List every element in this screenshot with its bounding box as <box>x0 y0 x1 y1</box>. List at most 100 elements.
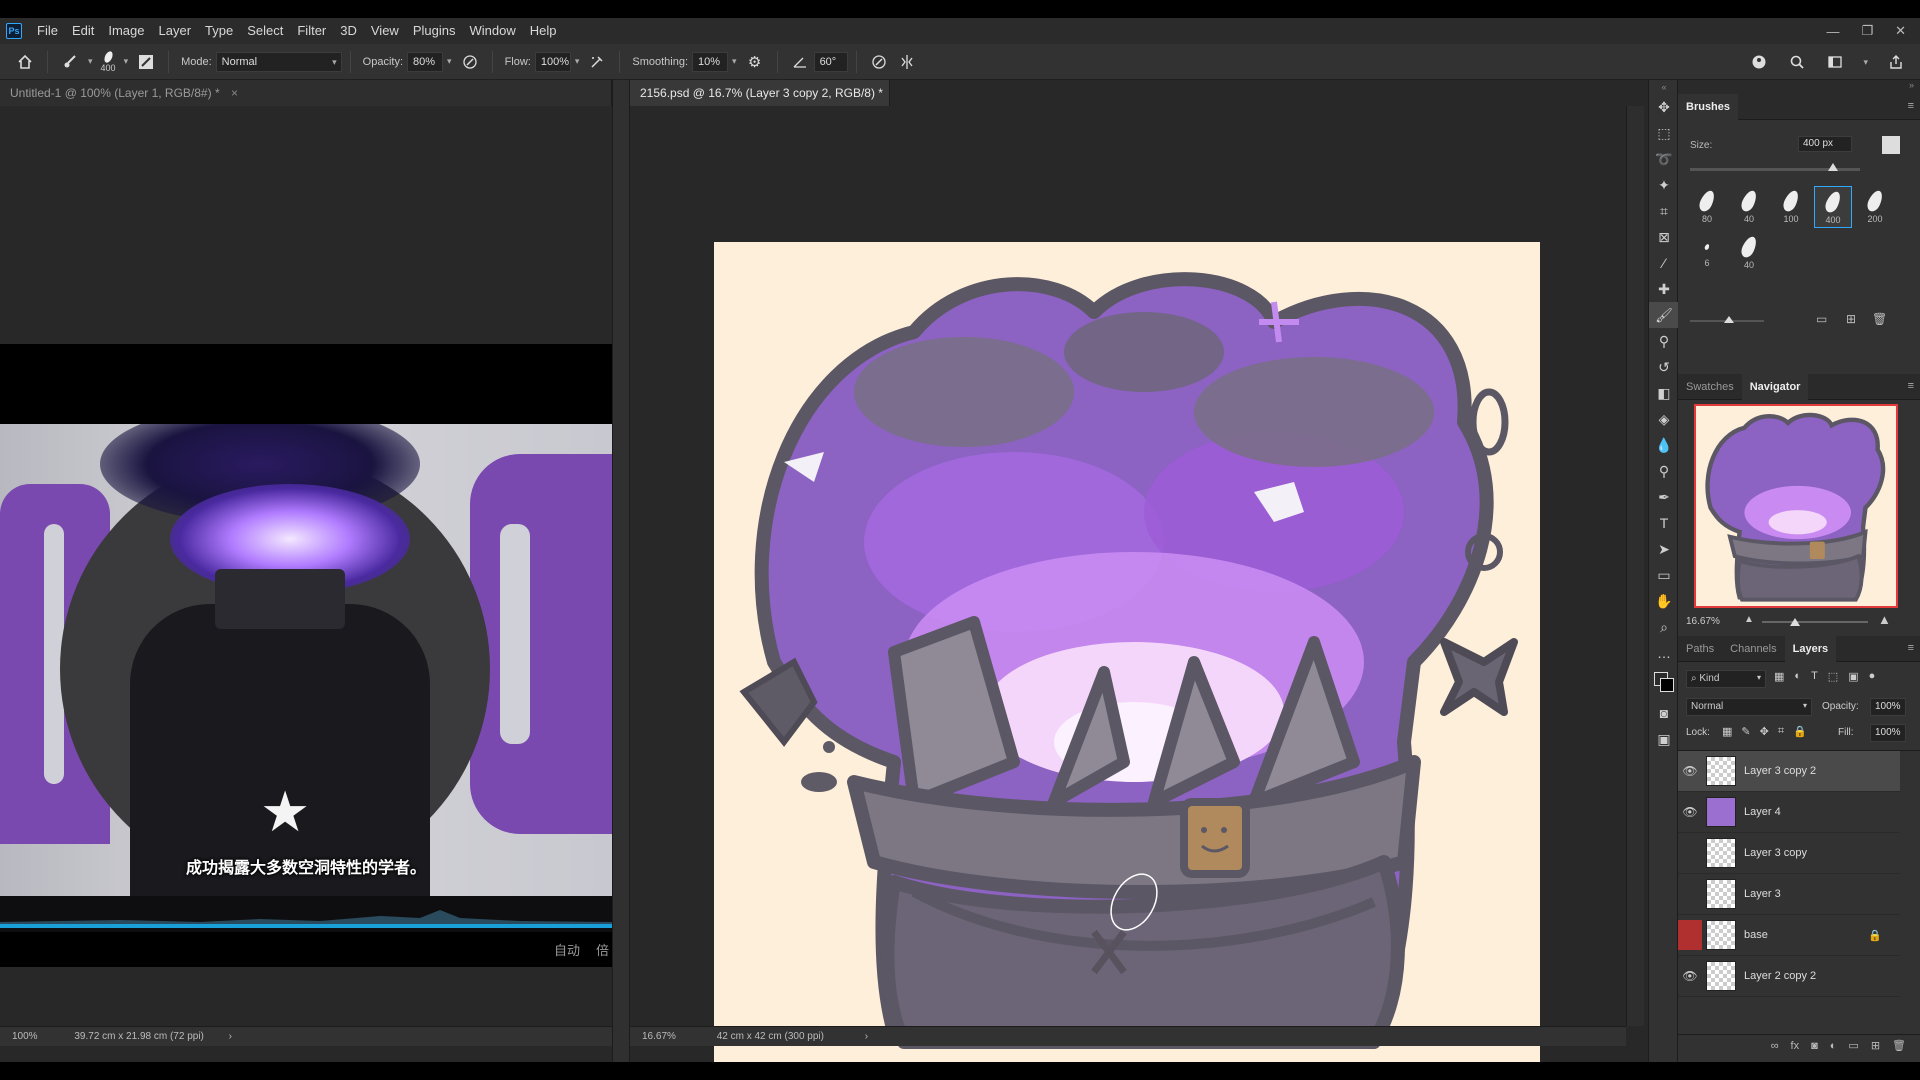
panel-menu-icon[interactable]: ≡ <box>1908 100 1914 112</box>
layer-row[interactable]: Layer 3 <box>1678 874 1900 915</box>
trash-icon[interactable]: 🗑 <box>1892 1039 1906 1052</box>
share-icon[interactable] <box>1885 51 1907 73</box>
zoom-tool-icon[interactable]: ⌕ <box>1649 614 1679 640</box>
eraser-tool-icon[interactable]: ◧ <box>1649 380 1679 406</box>
new-layer-icon[interactable]: ⊞ <box>1871 1039 1880 1052</box>
collapse-panels-icon[interactable]: » <box>1678 80 1920 94</box>
chevron-right-icon[interactable]: › <box>865 1031 868 1042</box>
lasso-tool-icon[interactable]: ➰ <box>1649 146 1679 172</box>
frame-tool-icon[interactable]: ⊠ <box>1649 224 1679 250</box>
brush-preset[interactable]: 200 <box>1856 186 1894 228</box>
filter-toggle-icon[interactable]: ● <box>1869 670 1876 683</box>
type-filter-icon[interactable]: T <box>1811 670 1818 683</box>
tab-layers[interactable]: Layers <box>1784 635 1837 662</box>
pen-tool-icon[interactable]: ✒ <box>1649 484 1679 510</box>
fx-icon[interactable]: fx <box>1791 1040 1800 1052</box>
path-selection-tool-icon[interactable]: ➤ <box>1649 536 1679 562</box>
video-progress-bar[interactable] <box>0 924 612 928</box>
eye-icon[interactable]: 👁 <box>1678 969 1702 983</box>
stamp-tool-icon[interactable]: ⚲ <box>1649 328 1679 354</box>
document-divider[interactable] <box>612 80 630 1062</box>
navigator-zoom-value[interactable]: 16.67% <box>1686 616 1720 627</box>
blend-mode-select[interactable]: Normal ▾ <box>1686 698 1812 716</box>
rotate-view-tool-icon[interactable]: ✋ <box>1649 588 1679 614</box>
menu-filter[interactable]: Filter <box>290 18 333 44</box>
pixel-filter-icon[interactable]: ▦ <box>1774 670 1784 683</box>
layer-row[interactable]: Layer 3 copy <box>1678 833 1900 874</box>
lock-artboard-icon[interactable]: ⌗ <box>1778 725 1784 738</box>
home-icon[interactable] <box>14 51 36 73</box>
menu-view[interactable]: View <box>364 18 406 44</box>
magic-wand-tool-icon[interactable]: ✦ <box>1649 172 1679 198</box>
menu-window[interactable]: Window <box>462 18 522 44</box>
close-window-button[interactable]: ✕ <box>1895 23 1906 39</box>
menu-3d[interactable]: 3D <box>333 18 364 44</box>
chevron-down-icon[interactable]: ▾ <box>732 56 737 67</box>
drawing-canvas[interactable] <box>714 242 1540 1068</box>
minimize-button[interactable]: — <box>1826 24 1839 39</box>
healing-brush-tool-icon[interactable]: ✚ <box>1649 276 1679 302</box>
menu-file[interactable]: File <box>30 18 65 44</box>
workspace-icon[interactable] <box>1824 51 1846 73</box>
new-brush-icon[interactable]: ⊞ <box>1846 312 1856 326</box>
eye-icon[interactable]: 👁 <box>1678 764 1702 778</box>
folder-icon[interactable]: ▭ <box>1816 312 1827 326</box>
speed-button[interactable]: 倍 <box>596 940 609 959</box>
tab-brushes[interactable]: Brushes <box>1678 93 1739 120</box>
eye-hidden-icon[interactable] <box>1678 920 1702 950</box>
lock-position-icon[interactable]: ✥ <box>1760 725 1769 738</box>
mode-select[interactable]: Normal ▾ <box>215 51 342 72</box>
tab-navigator[interactable]: Navigator <box>1741 373 1809 400</box>
layer-row[interactable]: base 🔒 <box>1678 915 1900 956</box>
menu-help[interactable]: Help <box>523 18 564 44</box>
tab-paths[interactable]: Paths <box>1678 636 1722 662</box>
eye-icon[interactable]: 👁 <box>1678 805 1702 819</box>
trash-icon[interactable]: 🗑 <box>1872 312 1887 326</box>
layer-row[interactable]: 👁 Layer 2 copy 2 <box>1678 956 1900 997</box>
layer-row[interactable]: 👁 Layer 3 copy 2 <box>1678 751 1900 792</box>
chevron-down-icon[interactable]: ▾ <box>124 56 129 67</box>
crop-tool-icon[interactable]: ⌗ <box>1649 198 1679 224</box>
menu-plugins[interactable]: Plugins <box>406 18 463 44</box>
symmetry-icon[interactable] <box>896 51 918 73</box>
shape-filter-icon[interactable]: ⬚ <box>1828 670 1838 683</box>
more-tools-icon[interactable]: … <box>1649 640 1679 666</box>
brush-preset[interactable]: 6 <box>1688 232 1726 274</box>
move-tool-icon[interactable]: ✥ <box>1649 94 1679 120</box>
rectangle-tool-icon[interactable]: ▭ <box>1649 562 1679 588</box>
auto-quality-button[interactable]: 自动 <box>554 940 580 959</box>
brush-preset[interactable]: 40 <box>1730 232 1768 274</box>
quick-mask-icon[interactable]: ◙ <box>1649 700 1679 726</box>
zoom-level[interactable]: 16.67% <box>642 1031 676 1042</box>
chevron-down-icon[interactable]: ▾ <box>88 56 93 67</box>
airbrush-icon[interactable] <box>586 51 608 73</box>
type-tool-icon[interactable]: T <box>1649 510 1679 536</box>
menu-select[interactable]: Select <box>240 18 290 44</box>
layer-row[interactable]: 👁 Layer 4 <box>1678 792 1900 833</box>
menu-layer[interactable]: Layer <box>152 18 199 44</box>
document-untitled[interactable]: ★ 成功揭露大多数空洞特性的学者。 自动 倍 <box>0 106 612 1026</box>
history-brush-tool-icon[interactable]: ↺ <box>1649 354 1679 380</box>
navigator-zoom-handle[interactable] <box>1790 618 1800 626</box>
brush-settings-icon[interactable] <box>1882 136 1900 154</box>
navigator-zoom-slider[interactable] <box>1762 621 1868 623</box>
flow-input[interactable]: 100% <box>534 51 571 72</box>
restore-button[interactable]: ❐ <box>1861 23 1873 39</box>
menu-edit[interactable]: Edit <box>65 18 101 44</box>
link-layers-icon[interactable]: ∞ <box>1771 1040 1779 1052</box>
brush-preset[interactable]: 100 <box>1772 186 1810 228</box>
marquee-tool-icon[interactable]: ⬚ <box>1649 120 1679 146</box>
chevron-down-icon[interactable]: ▾ <box>1863 57 1868 68</box>
pressure-opacity-icon[interactable] <box>459 51 481 73</box>
tab-channels[interactable]: Channels <box>1722 636 1784 662</box>
brush-preview-slider-handle[interactable] <box>1724 316 1734 323</box>
tab-swatches[interactable]: Swatches <box>1678 374 1742 400</box>
layer-opacity-input[interactable]: 100% <box>1870 698 1906 716</box>
background-color-swatch[interactable] <box>1660 678 1674 692</box>
paint-bucket-tool-icon[interactable]: ◈ <box>1649 406 1679 432</box>
eyedropper-tool-icon[interactable]: ⁄ <box>1649 250 1679 276</box>
menu-type[interactable]: Type <box>198 18 240 44</box>
vertical-scrollbar[interactable] <box>1626 106 1644 1026</box>
zoom-in-icon[interactable]: ▲ <box>1878 612 1891 627</box>
adjustment-filter-icon[interactable]: ◐ <box>1794 670 1801 683</box>
